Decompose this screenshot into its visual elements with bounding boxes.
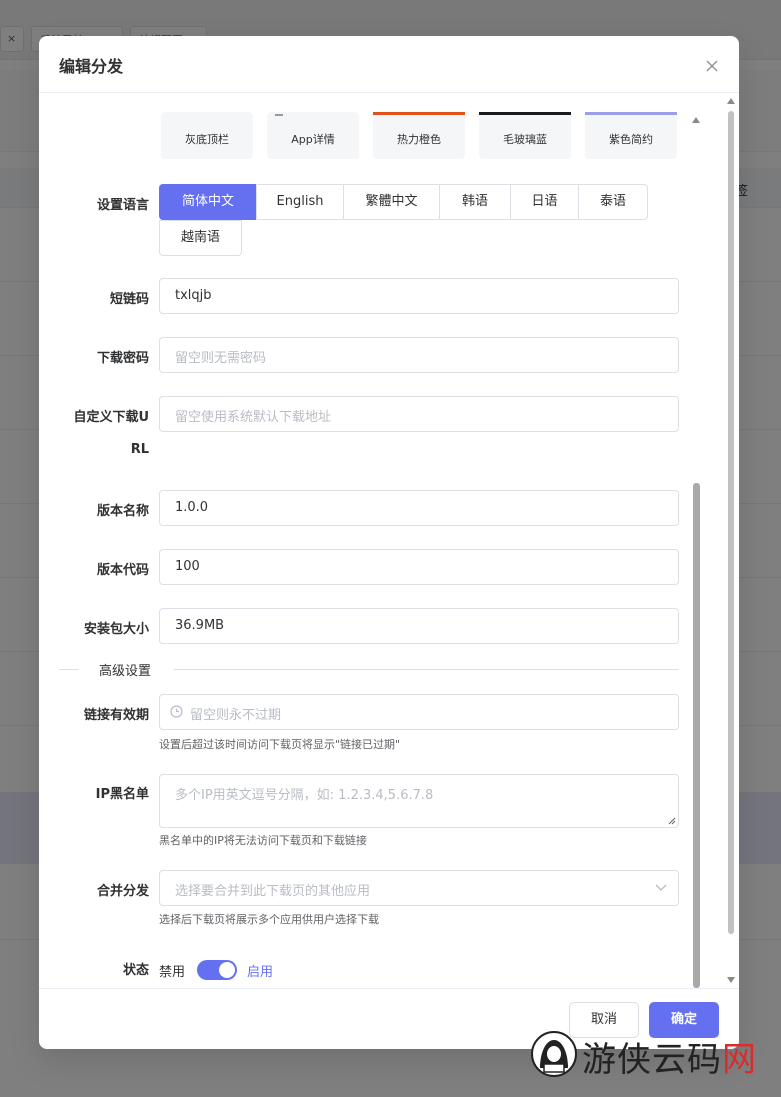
hacker-avatar-icon <box>531 1031 577 1077</box>
language-option-vietnamese[interactable]: 越南语 <box>159 220 242 256</box>
short-code-input[interactable]: txlqjb <box>159 278 679 314</box>
custom-url-label: 自定义下载U <box>73 410 149 425</box>
theme-preview-strip <box>479 112 571 115</box>
theme-label: 热力橙色 <box>397 133 441 146</box>
advanced-settings-divider: 高级设置 <box>99 664 152 679</box>
theme-card-gray-topbar[interactable]: 灰底顶栏 <box>161 112 253 159</box>
divider-line <box>174 669 679 670</box>
custom-url-input[interactable]: 留空使用系统默认下载地址 <box>159 396 679 432</box>
ip-blacklist-label: IP黑名单 <box>95 787 149 802</box>
resize-handle-icon[interactable] <box>668 817 676 825</box>
inner-scroll-up-arrow[interactable] <box>692 117 700 123</box>
status-toggle[interactable] <box>197 960 237 980</box>
outer-scroll-up-arrow[interactable] <box>727 98 735 104</box>
theme-card-hot-orange[interactable]: 热力橙色 <box>373 112 465 159</box>
language-option-korean[interactable]: 韩语 <box>439 184 511 220</box>
theme-preview-strip <box>373 112 465 115</box>
version-code-input[interactable]: 100 <box>159 549 679 585</box>
theme-preview-strip <box>275 114 283 116</box>
version-code-label: 版本代码 <box>96 563 149 578</box>
language-option-zh-hans[interactable]: 简体中文 <box>159 184 257 220</box>
language-label: 设置语言 <box>96 198 149 213</box>
language-option-zh-hant[interactable]: 繁體中文 <box>343 184 440 220</box>
inner-scrollbar-thumb[interactable] <box>693 483 700 988</box>
link-expiry-placeholder: 留空则永不过期 <box>190 708 282 723</box>
theme-label: 毛玻璃蓝 <box>503 133 547 146</box>
package-size-label: 安装包大小 <box>83 622 149 637</box>
watermark-logo: 游侠云码网 <box>530 1030 760 1080</box>
theme-preview-strip <box>161 112 253 115</box>
merge-label: 合并分发 <box>96 884 149 899</box>
language-option-english[interactable]: English <box>256 184 344 220</box>
divider-line <box>59 669 79 670</box>
chevron-down-icon <box>655 884 667 891</box>
version-name-label: 版本名称 <box>96 504 149 519</box>
outer-scroll-down-arrow[interactable] <box>727 977 735 983</box>
ip-blacklist-textarea[interactable]: 多个IP用英文逗号分隔，如: 1.2.3.4,5.6.7.8 <box>159 774 679 828</box>
dialog-title: 编辑分发 <box>59 57 124 76</box>
status-label: 状态 <box>122 963 149 978</box>
watermark-text: 游侠云码网 <box>582 1040 757 1080</box>
status-off-label: 禁用 <box>159 965 186 980</box>
custom-url-label-cont: RL <box>130 442 149 457</box>
toggle-knob <box>219 962 235 978</box>
theme-label: 灰底顶栏 <box>185 133 229 146</box>
theme-card-frosted-blue[interactable]: 毛玻璃蓝 <box>479 112 571 159</box>
dialog-header: 编辑分发 <box>39 36 739 93</box>
clock-icon <box>170 705 183 718</box>
theme-label: 紫色简约 <box>609 133 653 146</box>
theme-card-app-detail[interactable]: App详情 <box>267 112 359 159</box>
status-on-label: 启用 <box>247 965 274 980</box>
merge-hint: 选择后下载页将展示多个应用供用户选择下载 <box>159 913 379 926</box>
download-password-input[interactable]: 留空则无需密码 <box>159 337 679 373</box>
link-expiry-hint: 设置后超过该时间访问下载页将显示"链接已过期" <box>159 738 401 751</box>
close-icon[interactable] <box>705 58 719 72</box>
theme-card-purple-simple[interactable]: 紫色简约 <box>585 112 677 159</box>
ip-blacklist-placeholder: 多个IP用英文逗号分隔，如: 1.2.3.4,5.6.7.8 <box>175 788 434 803</box>
merge-placeholder: 选择要合并到此下载页的其他应用 <box>175 884 371 899</box>
dialog-body: 灰底顶栏 App详情 热力橙色 毛玻璃蓝 紫色简约 设置语言 简体中文 Engl… <box>39 93 739 988</box>
merge-select[interactable]: 选择要合并到此下载页的其他应用 <box>159 870 679 906</box>
version-name-input[interactable]: 1.0.0 <box>159 490 679 526</box>
package-size-input[interactable]: 36.9MB <box>159 608 679 644</box>
link-expiry-picker[interactable]: 留空则永不过期 <box>159 694 679 730</box>
language-option-japanese[interactable]: 日语 <box>510 184 579 220</box>
link-expiry-label: 链接有效期 <box>83 708 149 723</box>
language-option-thai[interactable]: 泰语 <box>578 184 648 220</box>
short-code-label: 短链码 <box>109 292 149 307</box>
theme-label: App详情 <box>291 133 335 146</box>
outer-scrollbar-thumb[interactable] <box>728 111 734 934</box>
ip-blacklist-hint: 黑名单中的IP将无法访问下载页和下载链接 <box>159 834 367 847</box>
download-password-label: 下载密码 <box>96 351 149 366</box>
edit-distribution-dialog: 编辑分发 灰底顶栏 App详情 热力橙色 毛玻璃蓝 紫色简约 设置语言 简体中文 <box>39 36 739 1049</box>
theme-preview-strip <box>585 112 677 115</box>
